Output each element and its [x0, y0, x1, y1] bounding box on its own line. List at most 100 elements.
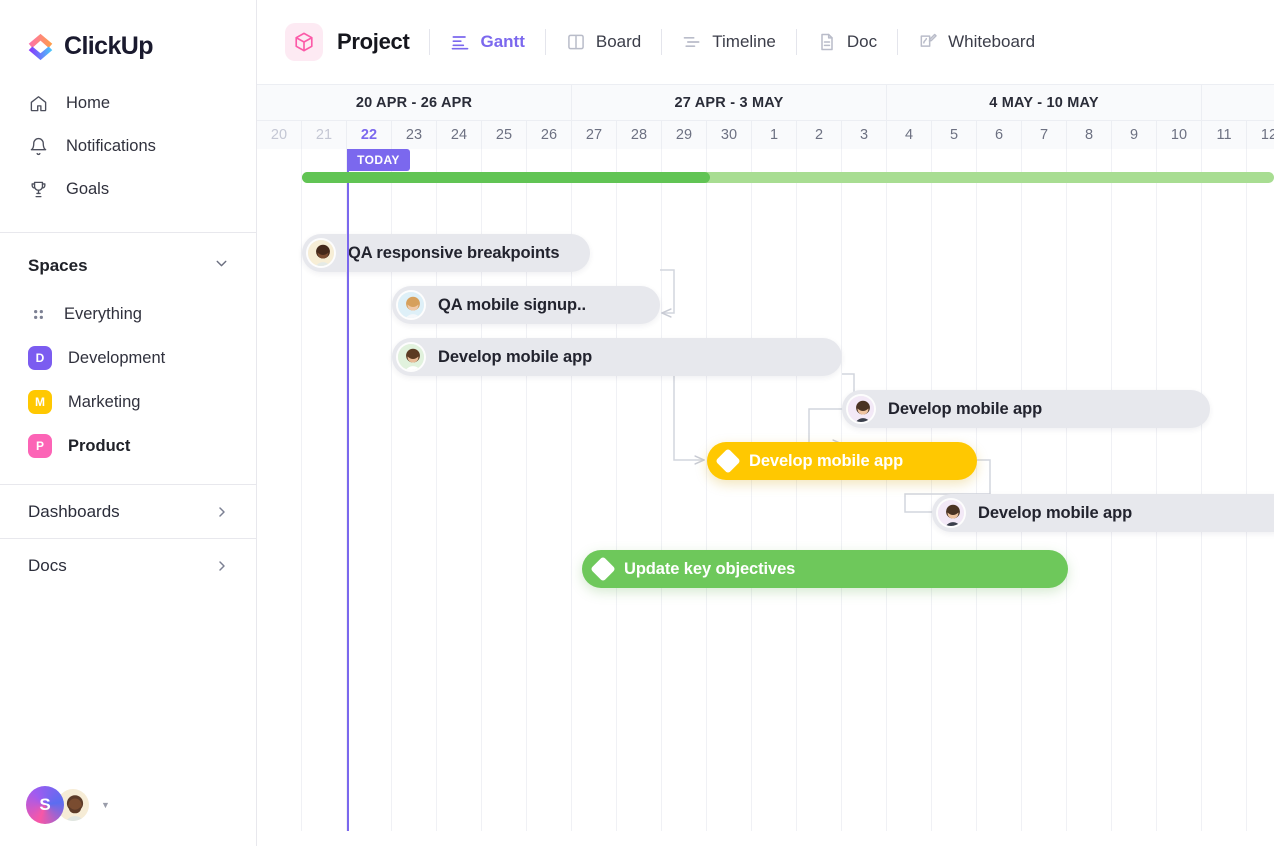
gantt-task-bar[interactable]: QA responsive breakpoints	[302, 234, 590, 272]
day-label[interactable]: 29	[662, 121, 707, 149]
tab-timeline[interactable]: Timeline	[682, 32, 776, 52]
tab-gantt[interactable]: Gantt	[450, 32, 525, 52]
tab-doc[interactable]: Doc	[817, 32, 877, 52]
day-label[interactable]: 2	[797, 121, 842, 149]
main-area: Project Gantt Board Timeline Doc Whitebo…	[257, 0, 1274, 846]
sidebar-item-everything[interactable]: Everything	[0, 292, 256, 336]
sidebar-item-home[interactable]: Home	[0, 82, 256, 125]
divider	[544, 29, 546, 55]
gantt-task-bar[interactable]: Develop mobile app	[392, 338, 842, 376]
space-label: Development	[68, 348, 166, 367]
day-label[interactable]: 11	[1202, 121, 1247, 149]
dependency-arrow	[660, 269, 675, 313]
day-label[interactable]: 23	[392, 121, 437, 149]
tab-label: Doc	[846, 32, 878, 51]
sidebar-item-development[interactable]: D Development	[0, 336, 256, 380]
avatar[interactable]	[396, 342, 426, 372]
divider	[0, 232, 256, 233]
avatar-gradient[interactable]: S	[26, 786, 64, 824]
week-label	[1202, 85, 1274, 120]
sidebar-item-docs[interactable]: Docs	[0, 538, 256, 592]
gantt-icon	[450, 32, 470, 52]
avatar[interactable]	[306, 238, 336, 268]
task-label: Develop mobile app	[749, 451, 904, 470]
brand-logo[interactable]: ClickUp	[0, 0, 256, 68]
day-label[interactable]: 9	[1112, 121, 1157, 149]
tab-label: Gantt	[480, 32, 525, 51]
gantt-chart[interactable]: TODAY QA responsive breakpoints QA mobile …	[257, 149, 1274, 831]
day-label[interactable]: 26	[527, 121, 572, 149]
sidebar-item-dashboards[interactable]: Dashboards	[0, 484, 256, 538]
day-label[interactable]: 21	[302, 121, 347, 149]
week-labels-row: 20 APR - 26 APR 27 APR - 3 MAY 4 MAY - 10 …	[257, 85, 1274, 120]
spaces-header[interactable]: Spaces	[0, 239, 256, 292]
today-marker: TODAY	[347, 149, 410, 171]
day-label[interactable]: 30	[707, 121, 752, 149]
caret-down-icon[interactable]: ▼	[101, 800, 110, 810]
task-label: Develop mobile app	[888, 399, 1043, 418]
day-label[interactable]: 1	[752, 121, 797, 149]
day-label[interactable]: 7	[1022, 121, 1067, 149]
day-label[interactable]: 20	[257, 121, 302, 149]
progress-fill	[302, 172, 710, 183]
day-label[interactable]: 28	[617, 121, 662, 149]
milestone-diamond-icon	[715, 448, 741, 474]
task-label: Update key objectives	[624, 559, 796, 578]
milestone-diamond-icon	[590, 556, 616, 582]
day-label[interactable]: 27	[572, 121, 617, 149]
space-label: Marketing	[68, 392, 141, 411]
grid-line	[616, 149, 617, 831]
home-icon	[28, 94, 48, 114]
sidebar-item-marketing[interactable]: M Marketing	[0, 380, 256, 424]
gantt-task-bar[interactable]: QA mobile signup..	[392, 286, 660, 324]
day-label[interactable]: 10	[1157, 121, 1202, 149]
space-badge: P	[28, 434, 52, 458]
grid-line	[931, 149, 932, 831]
sidebar: ClickUp Home Notifications Goals Spaces …	[0, 0, 257, 846]
tab-label: Timeline	[712, 32, 776, 51]
day-label[interactable]: 12	[1247, 121, 1274, 149]
chevron-right-icon	[214, 504, 230, 520]
bell-icon	[28, 137, 48, 157]
sidebar-item-product[interactable]: P Product	[0, 424, 256, 468]
sidebar-item-goals[interactable]: Goals	[0, 168, 256, 211]
day-label[interactable]: 22	[347, 121, 392, 149]
day-label[interactable]: 3	[842, 121, 887, 149]
grid-line	[1156, 149, 1157, 831]
spaces-list: Everything D Development M Marketing P P…	[0, 292, 256, 468]
tab-whiteboard[interactable]: Whiteboard	[918, 32, 1035, 52]
task-label: Develop mobile app	[438, 347, 593, 366]
day-label[interactable]: 24	[437, 121, 482, 149]
day-label[interactable]: 4	[887, 121, 932, 149]
grid-line	[976, 149, 977, 831]
space-label: Product	[68, 436, 131, 455]
week-label: 27 APR - 3 MAY	[572, 85, 887, 120]
avatar[interactable]	[396, 290, 426, 320]
sidebar-item-label: Docs	[28, 555, 67, 575]
grid-line	[1066, 149, 1067, 831]
grid-line	[751, 149, 752, 831]
trophy-icon	[28, 180, 48, 200]
whiteboard-icon	[918, 32, 938, 52]
tab-label: Whiteboard	[948, 32, 1036, 51]
gantt-task-bar[interactable]: Develop mobile app	[932, 494, 1274, 532]
clickup-gantt-app: ClickUp Home Notifications Goals Spaces …	[0, 0, 1274, 846]
day-label[interactable]: 8	[1067, 121, 1112, 149]
grid-line	[796, 149, 797, 831]
tab-board[interactable]: Board	[566, 32, 641, 52]
grid-line	[1201, 149, 1202, 831]
divider	[429, 29, 431, 55]
sidebar-item-label: Dashboards	[28, 501, 120, 521]
chevron-down-icon[interactable]	[213, 255, 230, 277]
gantt-task-bar[interactable]: Develop mobile app	[842, 390, 1210, 428]
gantt-task-bar[interactable]: Develop mobile app	[707, 442, 977, 480]
day-label[interactable]: 6	[977, 121, 1022, 149]
day-label[interactable]: 5	[932, 121, 977, 149]
gantt-task-bar[interactable]: Update key objectives	[582, 550, 1068, 588]
day-label[interactable]: 25	[482, 121, 527, 149]
grid-line	[886, 149, 887, 831]
sidebar-item-notifications[interactable]: Notifications	[0, 125, 256, 168]
avatar[interactable]	[846, 394, 876, 424]
topbar: Project Gantt Board Timeline Doc Whitebo…	[257, 0, 1274, 84]
avatar[interactable]	[936, 498, 966, 528]
